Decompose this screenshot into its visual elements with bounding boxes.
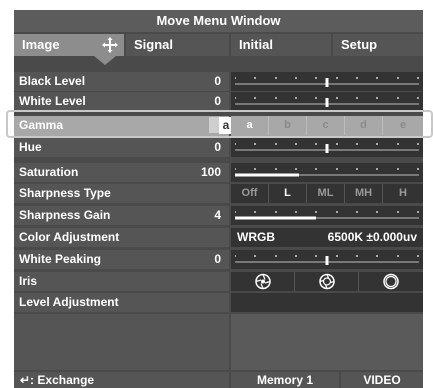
white-level-label: White Level <box>19 94 86 108</box>
sharpness-gain-slider-cell[interactable] <box>231 206 423 225</box>
saturation-fill <box>235 173 299 177</box>
tab-signal-label: Signal <box>134 37 174 52</box>
level-adjustment-label: Level Adjustment <box>19 295 119 309</box>
bottom-status-bar: ↵: Exchange Memory 1 VIDEO <box>14 372 423 388</box>
black-level-slider[interactable] <box>235 72 419 91</box>
black-level-knob <box>325 78 329 87</box>
white-peaking-label: White Peaking <box>19 252 102 266</box>
white-peaking-slider[interactable] <box>235 250 419 269</box>
hue-slider[interactable] <box>235 138 419 157</box>
row-color-adjustment[interactable]: Color Adjustment <box>14 228 229 247</box>
sharpness-option-ml[interactable]: ML <box>307 184 345 203</box>
saturation-value: 100 <box>200 165 221 179</box>
row-saturation[interactable]: Saturation 100 <box>14 163 229 182</box>
color-adjustment-cell[interactable]: WRGB 6500K ±0.000uv <box>231 228 423 247</box>
tab-setup[interactable]: Setup <box>333 34 423 56</box>
aperture-small-icon <box>255 273 271 290</box>
window-title: Move Menu Window <box>14 10 423 32</box>
sharpness-option-off[interactable]: Off <box>231 184 269 203</box>
iris-option-large[interactable] <box>359 272 423 291</box>
iris-label: Iris <box>19 274 38 288</box>
row-hue[interactable]: Hue 0 <box>14 138 229 157</box>
white-level-value: 0 <box>214 94 221 108</box>
video-indicator: VIDEO <box>341 372 423 388</box>
sharpness-gain-label: Sharpness Gain <box>19 208 111 222</box>
iris-option-medium[interactable] <box>295 272 359 291</box>
black-level-label: Black Level <box>19 74 86 88</box>
black-level-slider-cell[interactable] <box>231 72 423 91</box>
hue-label: Hue <box>19 140 42 154</box>
row-white-level[interactable]: White Level 0 <box>14 92 229 111</box>
saturation-slider[interactable] <box>235 163 419 182</box>
row-sharpness-gain[interactable]: Sharpness Gain 4 <box>14 206 229 225</box>
sharpness-option-h[interactable]: H <box>383 184 423 203</box>
color-adjustment-label: Color Adjustment <box>19 230 120 244</box>
tab-setup-label: Setup <box>341 37 378 52</box>
sharpness-gain-value: 4 <box>214 208 221 222</box>
sharpness-gain-slider[interactable] <box>235 206 419 225</box>
white-peaking-knob <box>325 256 329 265</box>
active-tab-pointer <box>94 56 116 65</box>
left-panel-empty-area <box>14 314 229 370</box>
row-iris[interactable]: Iris <box>14 272 229 291</box>
iris-option-small[interactable] <box>231 272 295 291</box>
row-level-adjustment[interactable]: Level Adjustment <box>14 293 229 312</box>
iris-options[interactable] <box>231 272 423 291</box>
gamma-row-highlight <box>6 110 433 138</box>
white-level-knob <box>325 98 329 107</box>
row-sharpness-type[interactable]: Sharpness Type <box>14 184 229 203</box>
right-panel-empty-area <box>231 314 423 370</box>
white-level-slider[interactable] <box>235 92 419 111</box>
tab-signal[interactable]: Signal <box>126 34 229 56</box>
sharpness-gain-fill <box>235 216 316 220</box>
tab-image-label: Image <box>22 37 60 52</box>
tab-initial-label: Initial <box>239 37 273 52</box>
tab-initial[interactable]: Initial <box>231 34 331 56</box>
row-white-peaking[interactable]: White Peaking 0 <box>14 250 229 269</box>
move-arrows-icon <box>102 37 118 53</box>
saturation-label: Saturation <box>19 165 79 179</box>
level-adjustment-cell[interactable] <box>231 293 423 312</box>
aperture-large-icon <box>383 273 399 290</box>
move-menu-window: Move Menu Window Image Signal Initial Se… <box>14 10 423 388</box>
saturation-slider-cell[interactable] <box>231 163 423 182</box>
hue-value: 0 <box>214 140 221 154</box>
sharpness-type-options[interactable]: Off L ML MH H <box>231 184 423 203</box>
row-black-level[interactable]: Black Level 0 <box>14 72 229 91</box>
hue-slider-cell[interactable] <box>231 138 423 157</box>
color-adjustment-value: 6500K ±0.000uv <box>327 230 417 244</box>
sharpness-type-label: Sharpness Type <box>19 186 111 200</box>
hue-knob <box>325 144 329 153</box>
white-peaking-slider-cell[interactable] <box>231 250 423 269</box>
exchange-hint: ↵: Exchange <box>14 372 229 388</box>
white-level-slider-cell[interactable] <box>231 92 423 111</box>
color-adjustment-mode: WRGB <box>237 230 275 244</box>
white-peaking-value: 0 <box>214 252 221 266</box>
sharpness-option-l[interactable]: L <box>269 184 307 203</box>
aperture-medium-icon <box>319 273 335 290</box>
black-level-value: 0 <box>214 74 221 88</box>
sharpness-option-mh[interactable]: MH <box>345 184 383 203</box>
memory-indicator: Memory 1 <box>231 372 339 388</box>
